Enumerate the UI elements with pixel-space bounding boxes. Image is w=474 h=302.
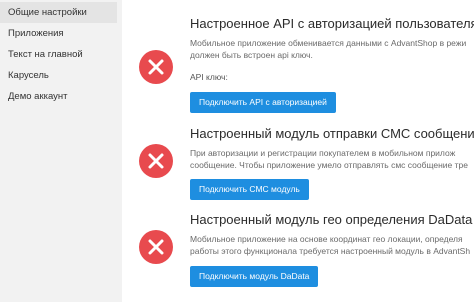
description-line: При авторизации и регистрации покупателе…: [190, 148, 456, 158]
connect-api-button[interactable]: Подключить API с авторизацией: [190, 92, 336, 113]
app-root: Общие настройки Приложения Текст на глав…: [0, 0, 474, 302]
section-description: Мобильное приложение на основе координат…: [190, 233, 474, 257]
error-x-icon: [139, 50, 173, 84]
description-line: Мобильное приложение обменивается данным…: [190, 38, 467, 48]
api-key-label: API ключ:: [190, 72, 228, 82]
sidebar-item-home-text[interactable]: Текст на главной: [0, 44, 117, 65]
main-content: Настроенное API с авторизацией пользоват…: [122, 0, 474, 302]
description-line: работы этого функционала требуется настр…: [190, 246, 471, 256]
description-line: должен быть встроен api ключ.: [190, 50, 313, 60]
section-title: Настроенный модуль отправки СМС сообщени…: [190, 126, 474, 141]
section-description: Мобильное приложение обменивается данным…: [190, 37, 474, 61]
sidebar-item-carousel[interactable]: Карусель: [0, 65, 117, 86]
sidebar-item-general-settings[interactable]: Общие настройки: [0, 2, 117, 23]
description-line: сообщение. Чтобы приложение умело отправ…: [190, 160, 468, 170]
sidebar-item-applications[interactable]: Приложения: [0, 23, 117, 44]
section-title: Настроенный модуль гео определения DaDat…: [190, 212, 473, 227]
description-line: Мобильное приложение на основе координат…: [190, 234, 463, 244]
section-title: Настроенное API с авторизацией пользоват…: [190, 16, 474, 31]
section-description: При авторизации и регистрации покупателе…: [190, 147, 474, 171]
connect-sms-button[interactable]: Подключить СМС модуль: [190, 179, 309, 200]
connect-dadata-button[interactable]: Подключить модуль DaData: [190, 266, 319, 287]
sidebar-item-demo-account[interactable]: Демо аккаунт: [0, 86, 117, 107]
error-x-icon: [139, 230, 173, 264]
error-x-icon: [139, 144, 173, 178]
sidebar: Общие настройки Приложения Текст на глав…: [0, 0, 117, 302]
